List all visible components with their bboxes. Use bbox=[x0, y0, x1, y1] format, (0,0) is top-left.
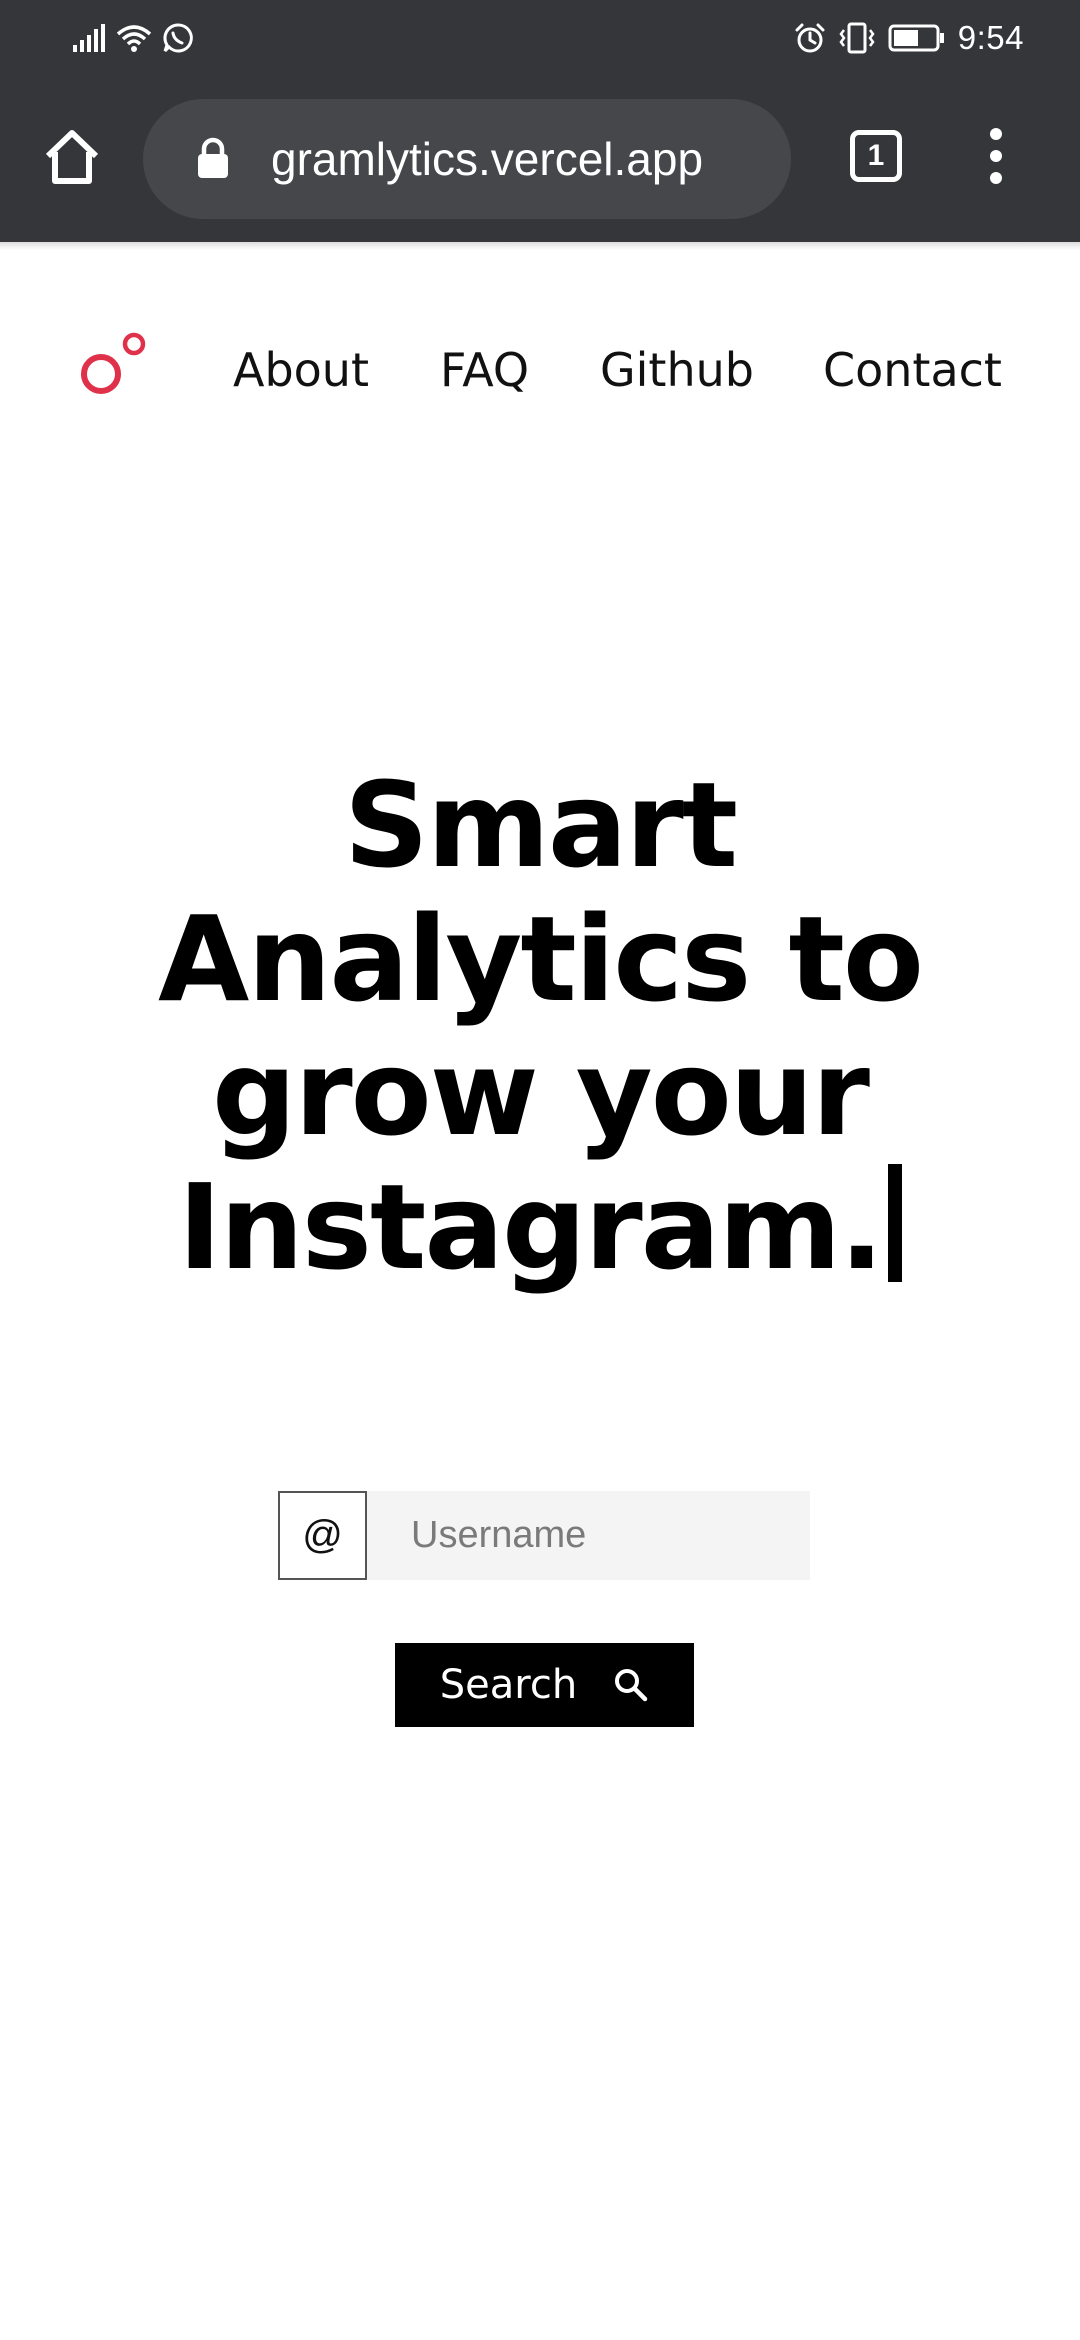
home-icon bbox=[45, 130, 99, 184]
toolbar-shadow bbox=[0, 242, 1080, 250]
search-button[interactable]: Search bbox=[395, 1643, 694, 1727]
whatsapp-icon bbox=[163, 23, 193, 53]
nav-link-about[interactable]: About bbox=[233, 330, 369, 410]
hero-line-3: grow your bbox=[211, 1024, 870, 1162]
search-icon bbox=[615, 1669, 648, 1702]
status-bar: 9:54 bbox=[0, 0, 1080, 76]
hero-line-4-text: Instagram. bbox=[177, 1158, 884, 1296]
home-button[interactable] bbox=[36, 121, 108, 193]
tab-count: 1 bbox=[867, 139, 885, 172]
more-menu-button[interactable] bbox=[970, 120, 1022, 192]
hero-line-1: Smart bbox=[343, 756, 738, 894]
hero-heading: Smart Analytics to grow your Instagram. bbox=[0, 758, 1080, 1294]
nav-link-github[interactable]: Github bbox=[600, 330, 754, 410]
status-icons-right: 9:54 bbox=[794, 19, 1024, 56]
lock-icon bbox=[198, 137, 228, 178]
signal-icon bbox=[73, 24, 105, 52]
username-input[interactable] bbox=[367, 1491, 810, 1580]
nav-link-contact[interactable]: Contact bbox=[823, 330, 1002, 410]
nav-link-faq[interactable]: FAQ bbox=[440, 330, 529, 410]
typing-caret bbox=[888, 1164, 903, 1282]
search-button-label: Search bbox=[439, 1662, 578, 1708]
at-symbol-addon: @ bbox=[278, 1491, 367, 1580]
clock-time: 9:54 bbox=[957, 19, 1024, 56]
tab-switcher-button[interactable]: 1 bbox=[846, 126, 906, 186]
browser-toolbar: gramlytics.vercel.app 1 bbox=[0, 76, 1080, 242]
site-nav: About FAQ Github Contact bbox=[0, 330, 1080, 410]
url-text: gramlytics.vercel.app bbox=[271, 133, 704, 185]
wifi-icon bbox=[116, 25, 152, 52]
hero-line-2: Analytics to bbox=[158, 890, 924, 1028]
hero-line-4: Instagram. bbox=[0, 1160, 1080, 1294]
battery-icon bbox=[888, 24, 944, 52]
vibrate-icon bbox=[839, 22, 875, 54]
tabs-icon: 1 bbox=[850, 130, 902, 182]
address-bar[interactable]: gramlytics.vercel.app bbox=[143, 99, 791, 219]
alarm-icon bbox=[795, 23, 825, 53]
status-icons-left bbox=[72, 20, 194, 56]
